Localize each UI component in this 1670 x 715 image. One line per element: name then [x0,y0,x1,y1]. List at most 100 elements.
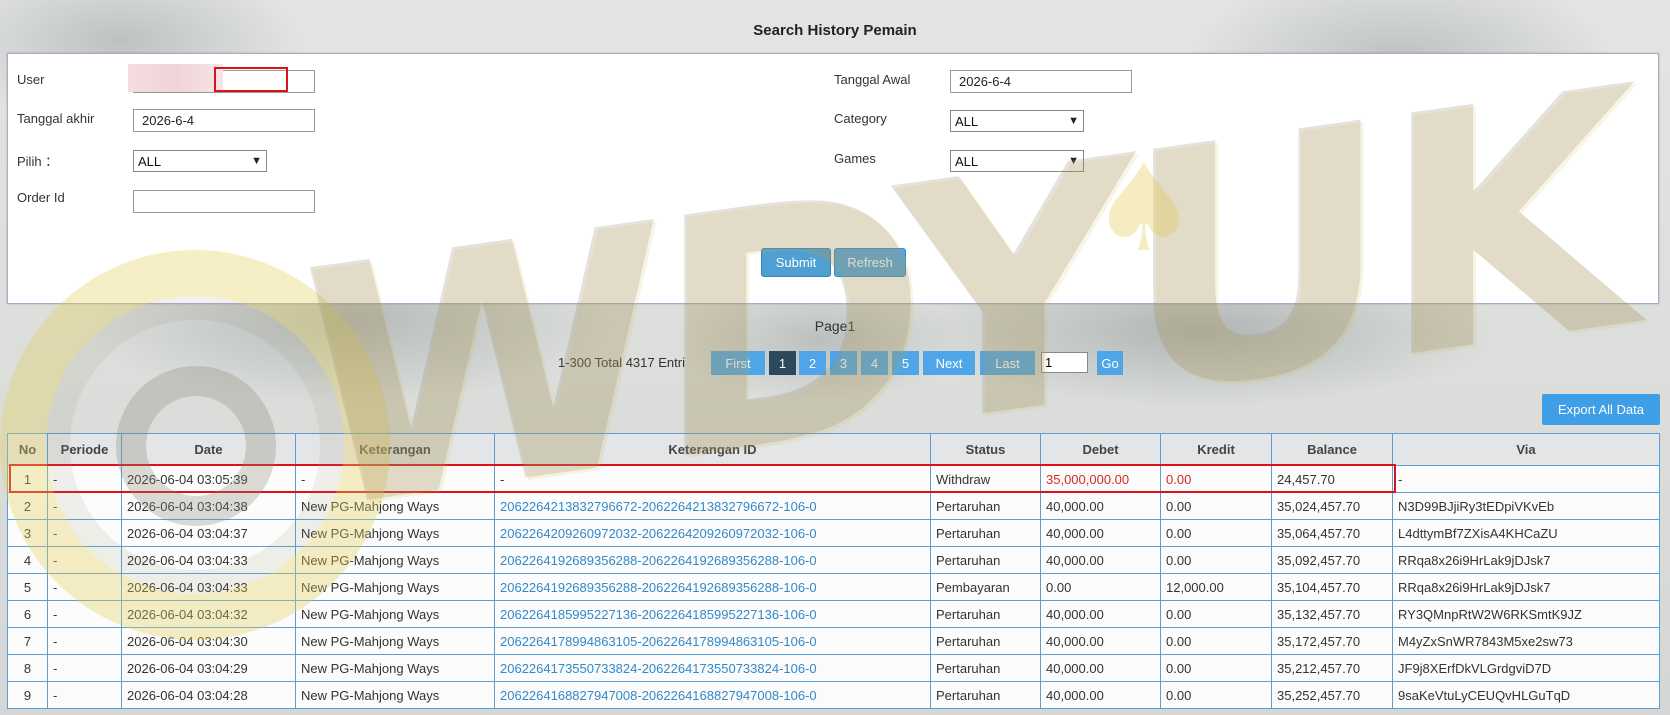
cell-periode: - [47,600,122,628]
games-select[interactable]: ALL ▼ [950,150,1084,172]
chevron-down-icon: ▼ [251,155,262,167]
cell-debet: 40,000.00 [1040,546,1161,574]
column-header-no: No [7,433,48,466]
page-button-1[interactable]: 1 [769,351,796,375]
cell-date: 2026-06-04 03:04:29 [121,654,296,682]
cell-keterangan-id[interactable]: 2062264192689356288-2062264192689356288-… [494,573,931,601]
column-header-via: Via [1392,433,1660,466]
cell-via: RRqa8x26i9HrLak9jDJsk7 [1392,573,1660,601]
cell-via: - [1392,465,1660,493]
go-button[interactable]: Go [1097,351,1123,375]
search-form-panel: User Tanggal akhir Pilih ： ALL ▼ Order I… [7,53,1659,304]
games-label: Games [834,151,876,166]
cell-debet: 40,000.00 [1040,681,1161,709]
cell-status: Pertaruhan [930,681,1041,709]
category-select[interactable]: ALL ▼ [950,110,1084,132]
table-row: 3-2026-06-04 03:04:37 New PG-Mahjong Ways… [7,519,1660,547]
cell-debet: 40,000.00 [1040,600,1161,628]
cell-no: 4 [7,546,48,574]
column-header-balance: Balance [1271,433,1393,466]
refresh-button[interactable]: Refresh [834,248,906,277]
cell-keterangan-id[interactable]: 2062264192689356288-2062264192689356288-… [494,546,931,574]
last-page-button[interactable]: Last [980,351,1035,375]
cell-kredit: 0.00 [1160,600,1272,628]
cell-keterangan-id[interactable]: 2062264173550733824-2062264173550733824-… [494,654,931,682]
cell-periode: - [47,519,122,547]
cell-keterangan: - [295,465,495,493]
column-header-kredit: Kredit [1160,433,1272,466]
column-header-keterangan: Keterangan [295,433,495,466]
tanggal-akhir-label: Tanggal akhir [17,111,95,126]
games-select-value: ALL [955,153,979,169]
column-header-date: Date [121,433,296,466]
tanggal-akhir-input[interactable] [133,109,315,132]
submit-button[interactable]: Submit [761,248,831,277]
cell-kredit: 0.00 [1160,681,1272,709]
pilih-label: Pilih ： [17,154,59,169]
column-header-status: Status [930,433,1041,466]
category-label: Category [834,111,887,126]
order-id-label: Order Id [17,190,65,205]
table-header-row: No Periode Date Keterangan Keterangan ID… [7,433,1660,466]
cell-keterangan-id[interactable]: 2062264185995227136-2062264185995227136-… [494,600,931,628]
page-button-5[interactable]: 5 [892,351,919,375]
page-indicator: Page1 [814,318,856,334]
cell-status: Pertaruhan [930,492,1041,520]
page-button-3[interactable]: 3 [830,351,857,375]
cell-balance: 24,457.70 [1271,465,1393,493]
cell-periode: - [47,573,122,601]
page-button-4[interactable]: 4 [861,351,888,375]
cell-keterangan-id[interactable]: 2062264168827947008-2062264168827947008-… [494,681,931,709]
cell-date: 2026-06-04 03:04:38 [121,492,296,520]
table-row: 2-2026-06-04 03:04:38 New PG-Mahjong Ways… [7,492,1660,520]
cell-keterangan: New PG-Mahjong Ways [295,600,495,628]
cell-kredit: 0.00 [1160,546,1272,574]
cell-via: RRqa8x26i9HrLak9jDJsk7 [1392,546,1660,574]
cell-via: RY3QMnpRtW2W6RKSmtK9JZ [1392,600,1660,628]
cell-keterangan-id[interactable]: 206226421383279​6672-2062264213832796672… [494,492,931,520]
page-button-2[interactable]: 2 [799,351,826,375]
cell-date: 2026-06-04 03:04:37 [121,519,296,547]
user-highlight-box [214,67,288,92]
table-row: 8-2026-06-04 03:04:29 New PG-Mahjong Ways… [7,654,1660,682]
cell-balance: 35,172,457.70 [1271,627,1393,655]
cell-date: 2026-06-04 03:04:33 [121,546,296,574]
cell-balance: 35,104,457.70 [1271,573,1393,601]
cell-balance: 35,024,457.70 [1271,492,1393,520]
cell-date: 2026-06-04 03:04:32 [121,600,296,628]
chevron-down-icon: ▼ [1068,155,1079,167]
order-id-input[interactable] [133,190,315,213]
column-header-periode: Periode [47,433,122,466]
cell-keterangan-id[interactable]: 2062264209260972032-2062264209260972032-… [494,519,931,547]
pilih-select-value: ALL [138,153,162,169]
page-title: Search History Pemain [753,22,917,39]
cell-periode: - [47,654,122,682]
first-page-button[interactable]: First [711,351,765,375]
user-label: User [17,72,45,87]
cell-status: Pertaruhan [930,519,1041,547]
cell-kredit: 0.00 [1160,519,1272,547]
export-all-data-button[interactable]: Export All Data [1542,394,1660,425]
cell-debet: 0.00 [1040,573,1161,601]
tanggal-awal-input[interactable] [950,70,1132,93]
page-number-input[interactable] [1041,352,1088,373]
next-page-button[interactable]: Next [923,351,975,375]
table-row: 9-2026-06-04 03:04:28 New PG-Mahjong Ways… [7,681,1660,709]
cell-keterangan: New PG-Mahjong Ways [295,681,495,709]
cell-no: 8 [7,654,48,682]
tanggal-awal-label: Tanggal Awal [834,72,911,87]
cell-keterangan: New PG-Mahjong Ways [295,654,495,682]
cell-periode: - [47,465,122,493]
cell-periode: - [47,492,122,520]
chevron-down-icon: ▼ [1068,115,1079,127]
cell-no: 5 [7,573,48,601]
cell-status: Pertaruhan [930,654,1041,682]
cell-via: N3D99BJjiRy3tEDpiVKvEb [1392,492,1660,520]
pilih-select[interactable]: ALL ▼ [133,150,267,172]
cell-keterangan: New PG-Mahjong Ways [295,492,495,520]
cell-balance: 35,064,457.70 [1271,519,1393,547]
cell-via: JF9j8XErfDkVLGrdgviD7D [1392,654,1660,682]
table-row: 4-2026-06-04 03:04:33 New PG-Mahjong Ways… [7,546,1660,574]
cell-keterangan-id[interactable]: 2062264178994863105-2062264178994863105-… [494,627,931,655]
table-row: 6-2026-06-04 03:04:32 New PG-Mahjong Ways… [7,600,1660,628]
